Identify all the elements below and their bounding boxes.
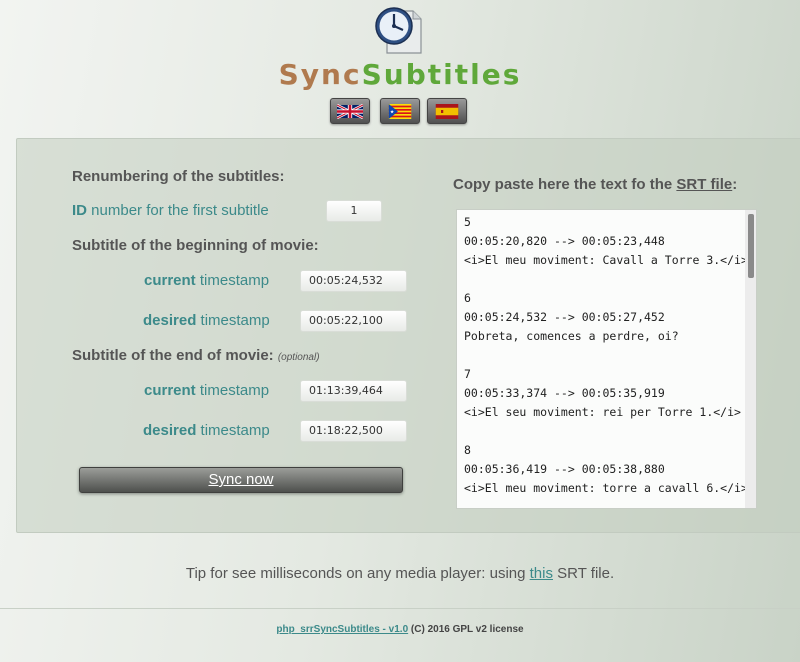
- first-id-label-strong: ID: [72, 202, 87, 219]
- tip-line: Tip for see milliseconds on any media pl…: [0, 565, 800, 582]
- srt-content: 5 00:05:20,820 --> 00:05:23,448 <i>El me…: [464, 215, 748, 495]
- begin-desired-input[interactable]: 00:05:22,100: [300, 310, 407, 332]
- end-current-word: current: [144, 382, 196, 399]
- beginning-heading: Subtitle of the beginning of movie:: [72, 237, 319, 254]
- begin-desired-timestamp-word: timestamp: [200, 312, 270, 329]
- srt-file-link[interactable]: SRT file: [676, 176, 732, 193]
- brand-title: SyncSubtitles: [0, 58, 800, 91]
- end-current-timestamp-word: timestamp: [199, 382, 270, 399]
- first-id-input[interactable]: 1: [326, 200, 382, 222]
- begin-desired-word: desired: [143, 312, 197, 329]
- end-desired-word: desired: [143, 422, 197, 439]
- end-heading: Subtitle of the end of movie: (optional): [72, 347, 320, 364]
- footer-divider: [0, 608, 800, 609]
- begin-current-timestamp-word: timestamp: [199, 272, 270, 289]
- end-optional-note: (optional): [277, 352, 320, 363]
- end-desired-input[interactable]: 01:18:22,500: [300, 420, 407, 442]
- begin-current-input[interactable]: 00:05:24,532: [300, 270, 407, 292]
- language-spanish-button[interactable]: [427, 98, 467, 124]
- tip-link[interactable]: this: [530, 565, 553, 582]
- sync-now-button[interactable]: Sync now: [79, 467, 403, 493]
- srt-title-prefix: Copy paste here the text fo the: [453, 176, 673, 193]
- end-desired-timestamp-word: timestamp: [200, 422, 270, 439]
- footer: php_srrSyncSubtitles - v1.0 (C) 2016 GPL…: [0, 624, 800, 635]
- srt-title: Copy paste here the text fo the SRT file…: [453, 176, 737, 193]
- clock-document-icon: [373, 5, 423, 55]
- footer-project-link[interactable]: php_srrSyncSubtitles - v1.0: [276, 624, 408, 635]
- spain-flag-icon: [435, 103, 459, 119]
- begin-current-word: current: [144, 272, 196, 289]
- tip-suffix: SRT file.: [557, 565, 615, 582]
- tip-prefix: Tip for see milliseconds on any media pl…: [185, 565, 526, 582]
- srt-scrollbar-thumb[interactable]: [748, 214, 754, 278]
- brand-subtitles: Subtitles: [361, 58, 522, 91]
- end-current-input[interactable]: 01:13:39,464: [300, 380, 407, 402]
- uk-flag-icon: [337, 103, 363, 119]
- begin-desired-label: desired timestamp: [143, 312, 270, 329]
- first-id-label: ID number for the first subtitle: [72, 202, 269, 219]
- srt-scrollbar[interactable]: [745, 210, 756, 508]
- catalan-flag-icon: [388, 103, 412, 119]
- end-desired-label: desired timestamp: [143, 422, 270, 439]
- srt-title-suffix: :: [732, 176, 738, 193]
- first-id-label-rest: number for the first subtitle: [91, 202, 269, 219]
- language-catalan-button[interactable]: [380, 98, 420, 124]
- brand-sync: Sync: [278, 58, 362, 91]
- end-heading-text: Subtitle of the end of movie:: [72, 347, 274, 364]
- begin-current-label: current timestamp: [144, 272, 269, 289]
- footer-license-text: (C) 2016 GPL v2 license: [410, 624, 524, 635]
- end-current-label: current timestamp: [144, 382, 269, 399]
- language-english-button[interactable]: [330, 98, 370, 124]
- renumber-heading: Renumbering of the subtitles:: [72, 168, 285, 185]
- srt-textarea[interactable]: 5 00:05:20,820 --> 00:05:23,448 <i>El me…: [456, 209, 757, 509]
